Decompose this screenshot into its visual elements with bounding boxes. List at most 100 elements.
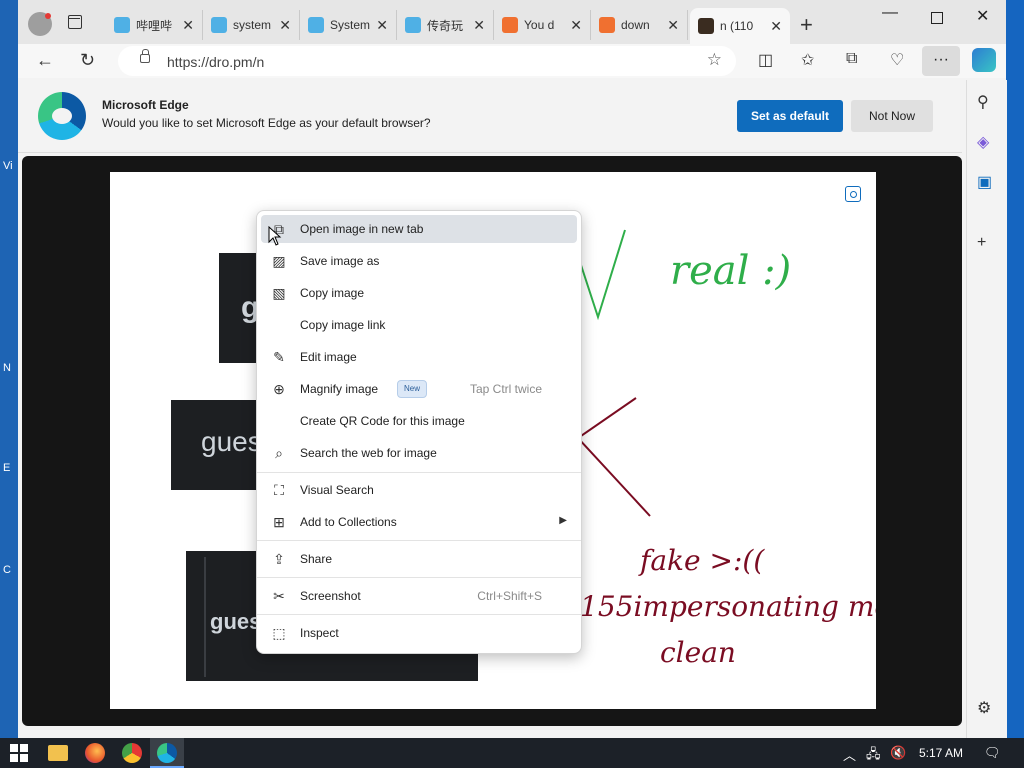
not-now-button[interactable]: Not Now (851, 100, 933, 132)
browser-tab[interactable]: You d ✕ (494, 10, 591, 40)
new-tab-icon[interactable]: + (800, 12, 813, 38)
menu-item-copy-image[interactable]: ▧ Copy image (261, 279, 577, 307)
search-image-icon: ⌕ (275, 445, 283, 461)
file-explorer-icon[interactable] (48, 745, 68, 761)
tray-overflow-icon[interactable]: ︿ (843, 745, 856, 764)
split-screen-icon[interactable]: ◫ (758, 50, 773, 70)
lock-icon[interactable] (140, 49, 150, 63)
menu-item-label: Open image in new tab (300, 222, 424, 236)
close-tab-icon[interactable]: ✕ (770, 18, 782, 35)
shortcut-hint: Tap Ctrl twice (469, 382, 542, 396)
edge-sidebar: ⚲ ◈ ▣ + ⚙ (966, 80, 1007, 738)
share-icon: ⇪ (273, 551, 285, 567)
chrome-icon[interactable] (122, 743, 142, 763)
start-button-icon[interactable] (10, 744, 28, 762)
browser-essentials-icon[interactable]: ♡ (890, 50, 904, 70)
firefox-icon[interactable] (85, 743, 105, 763)
close-tab-icon[interactable]: ✕ (570, 17, 582, 34)
url-text[interactable]: https://dro.pm/n (167, 54, 264, 70)
desktop-background: Vi N E C (0, 0, 18, 738)
refresh-icon[interactable]: ↻ (80, 50, 95, 71)
menu-separator (257, 577, 581, 578)
close-window-icon[interactable]: ✕ (976, 6, 989, 26)
close-tab-icon[interactable]: ✕ (182, 17, 194, 34)
visual-search-icon: ⛶ (274, 482, 284, 498)
sidebar-settings-icon[interactable]: ⚙ (977, 698, 991, 718)
menu-item-share[interactable]: ⇪ Share (261, 545, 577, 573)
menu-item-visual-search[interactable]: ⛶ Visual Search (261, 476, 577, 504)
close-tab-icon[interactable]: ✕ (279, 17, 291, 34)
outlook-icon[interactable]: ▣ (977, 172, 992, 192)
settings-more-button[interactable]: ··· (922, 46, 960, 76)
menu-item-label: Save image as (300, 254, 380, 268)
collections-icon[interactable]: ⧉ (846, 50, 857, 68)
menu-item-create-qr-code[interactable]: Create QR Code for this image (261, 407, 577, 435)
browser-tab-active[interactable]: n (110 ✕ (690, 8, 790, 44)
favorites-icon[interactable]: ✩ (801, 50, 814, 70)
menu-item-edit-image[interactable]: ✎ Edit image (261, 343, 577, 371)
tab-label: System (330, 18, 371, 32)
add-sidebar-icon[interactable]: + (977, 234, 986, 252)
menu-item-save-image[interactable]: ▨ Save image as (261, 247, 577, 275)
network-icon[interactable]: 🖧 (866, 745, 881, 767)
navigation-bar: ← ↻ https://dro.pm/n ☆ ◫ ✩ ⧉ ♡ (18, 44, 1006, 78)
windows-taskbar: ︿ 🖧 🔇 5:17 AM 🗨 (0, 738, 1024, 768)
tab-actions-icon[interactable] (68, 15, 82, 29)
close-tab-icon[interactable]: ✕ (667, 17, 679, 34)
menu-item-label: Create QR Code for this image (300, 414, 465, 428)
browser-tab[interactable]: System ✕ (300, 10, 397, 40)
back-icon[interactable]: ← (36, 50, 54, 71)
menu-separator (257, 472, 581, 473)
browser-tab[interactable]: down ✕ (591, 10, 688, 40)
minimize-icon[interactable]: — (882, 4, 898, 22)
image-context-menu: ⧉ Open image in new tab ▨ Save image as … (256, 210, 582, 654)
real-annotation: real :) (670, 248, 792, 294)
close-tab-icon[interactable]: ✕ (473, 17, 485, 34)
menu-item-label: Search the web for image (300, 446, 437, 460)
copy-image-icon: ▧ (272, 285, 286, 301)
menu-item-add-to-collections[interactable]: ⊞ Add to Collections ▶ (261, 508, 577, 536)
edge-taskbar-button[interactable] (150, 738, 184, 768)
close-tab-icon[interactable]: ✕ (376, 17, 388, 34)
bilibili-icon (308, 17, 324, 33)
mouse-cursor-icon (268, 226, 282, 246)
search-icon[interactable]: ⚲ (977, 92, 989, 112)
fake-annotation: fake >:(( (640, 544, 765, 577)
copilot-sidebar-icon[interactable]: ◈ (977, 132, 989, 152)
tab-strip: 哔哩哔 ✕ system ✕ System ✕ 传奇玩 ✕ You d ✕ do… (18, 0, 1006, 44)
menu-item-search-web-image[interactable]: ⌕ Search the web for image (261, 439, 577, 467)
banner-title: Microsoft Edge (102, 98, 189, 112)
set-as-default-button[interactable]: Set as default (737, 100, 843, 132)
new-badge: New (397, 380, 427, 398)
menu-item-label: Inspect (300, 626, 339, 640)
default-browser-banner: Microsoft Edge Would you like to set Mic… (18, 80, 962, 153)
menu-item-copy-image-link[interactable]: Copy image link (261, 311, 577, 339)
taskbar-clock[interactable]: 5:17 AM (919, 746, 963, 760)
impersonating-annotation: 155impersonating me (580, 590, 876, 623)
notification-dot (45, 13, 51, 19)
volume-muted-icon[interactable]: 🔇 (890, 745, 906, 761)
menu-item-screenshot[interactable]: ✂ Screenshot Ctrl+Shift+S (261, 582, 577, 610)
magnify-icon: ⊕ (273, 381, 285, 397)
browser-tab[interactable]: system ✕ (203, 10, 300, 40)
tab-label: system (233, 18, 272, 32)
image-icon (698, 18, 714, 34)
menu-item-open-image-new-tab[interactable]: ⧉ Open image in new tab (261, 215, 577, 243)
menu-item-label: Screenshot (300, 589, 361, 603)
browser-tab[interactable]: 传奇玩 ✕ (397, 10, 494, 40)
menu-item-magnify-image[interactable]: ⊕ Magnify image New Tap Ctrl twice (261, 375, 577, 403)
desktop-icon-label: C (3, 564, 11, 576)
browser-tab[interactable]: 哔哩哔 ✕ (106, 10, 203, 40)
banner-message: Would you like to set Microsoft Edge as … (102, 116, 431, 130)
menu-item-label: Share (300, 552, 333, 566)
menu-separator (257, 540, 581, 541)
shortcut-hint: Ctrl+Shift+S (477, 589, 542, 603)
copilot-icon[interactable] (972, 48, 996, 72)
menu-item-inspect[interactable]: ⬚ Inspect (261, 619, 577, 647)
address-bar[interactable]: https://dro.pm/n ☆ (118, 46, 736, 76)
favorite-star-icon[interactable]: ☆ (707, 50, 722, 70)
edit-image-icon: ✎ (273, 349, 285, 365)
menu-separator (257, 614, 581, 615)
notification-center-icon[interactable]: 🗨 (984, 745, 1001, 761)
maximize-icon[interactable] (931, 12, 943, 24)
